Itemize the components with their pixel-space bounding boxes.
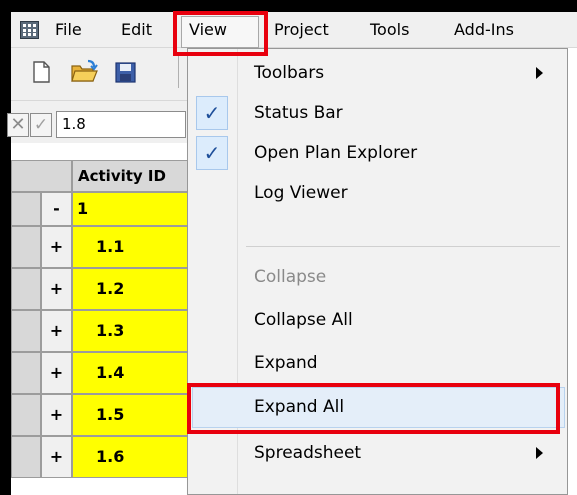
menu-item-collapse: Collapse xyxy=(188,257,567,297)
menu-item-status-bar[interactable]: ✓ Status Bar xyxy=(188,93,567,133)
menu-item-open-plan-explorer[interactable]: ✓ Open Plan Explorer xyxy=(188,133,567,173)
cancel-edit-button[interactable]: ✕ xyxy=(7,113,29,137)
submenu-arrow-icon xyxy=(536,67,543,79)
column-header-activity-id[interactable]: Activity ID xyxy=(72,160,200,192)
row-selector[interactable] xyxy=(11,268,41,310)
menu-item-label: Toolbars xyxy=(254,63,325,83)
activity-id-cell[interactable]: 1 xyxy=(72,192,200,226)
table-row[interactable]: + 1.2 xyxy=(11,268,211,310)
row-expand-toggle[interactable]: + xyxy=(41,268,72,310)
table-row[interactable]: + 1.4 xyxy=(11,352,211,394)
menu-item-collapse-all[interactable]: Collapse All xyxy=(188,300,567,340)
window-frame-left xyxy=(0,0,11,495)
view-menu-highlight-box xyxy=(173,11,268,56)
activity-id-cell[interactable]: 1.5 xyxy=(72,394,200,436)
menu-file[interactable]: File xyxy=(55,12,82,48)
app-grid-icon[interactable] xyxy=(20,21,39,39)
menu-item-label: Spreadsheet xyxy=(254,443,362,463)
menu-tools[interactable]: Tools xyxy=(370,12,409,48)
row-expand-toggle[interactable]: + xyxy=(41,310,72,352)
row-expand-toggle[interactable]: + xyxy=(41,226,72,268)
menu-item-label: Expand xyxy=(254,353,318,373)
menu-add-ins[interactable]: Add-Ins xyxy=(454,12,514,48)
window-frame-top xyxy=(0,0,577,12)
activity-id-cell[interactable]: 1.2 xyxy=(72,268,200,310)
menu-item-log-viewer[interactable]: Log Viewer xyxy=(188,173,567,213)
menu-item-label: Log Viewer xyxy=(254,183,348,203)
row-selector[interactable] xyxy=(11,394,41,436)
menu-bar: File Edit Project Tools Add-Ins xyxy=(11,12,577,48)
table-row[interactable]: + 1.5 xyxy=(11,394,211,436)
save-icon[interactable] xyxy=(111,58,139,86)
new-document-icon[interactable] xyxy=(27,58,55,86)
open-folder-icon[interactable] xyxy=(69,58,98,86)
row-selector[interactable] xyxy=(11,352,41,394)
expand-all-highlight-box xyxy=(187,383,560,434)
menu-item-label: Open Plan Explorer xyxy=(254,143,418,163)
row-selector[interactable] xyxy=(11,310,41,352)
table-row[interactable]: - 1 xyxy=(11,192,211,226)
activity-id-cell[interactable]: 1.4 xyxy=(72,352,200,394)
window-background-edge xyxy=(568,48,577,495)
menu-edit[interactable]: Edit xyxy=(121,12,152,48)
menu-item-label: Collapse xyxy=(254,267,327,287)
row-expand-toggle[interactable]: + xyxy=(41,394,72,436)
row-expand-toggle[interactable]: + xyxy=(41,352,72,394)
submenu-arrow-icon xyxy=(536,447,543,459)
table-row[interactable]: + 1.3 xyxy=(11,310,211,352)
table-row[interactable]: + 1.1 xyxy=(11,226,211,268)
menu-item-spreadsheet[interactable]: Spreadsheet xyxy=(188,433,567,473)
table-row[interactable]: + 1.6 xyxy=(11,436,211,478)
menu-project[interactable]: Project xyxy=(274,12,329,48)
menu-item-toolbars[interactable]: Toolbars xyxy=(188,53,567,93)
confirm-edit-button[interactable]: ✓ xyxy=(30,113,52,137)
checkmark-icon: ✓ xyxy=(196,96,228,130)
grid-corner-header xyxy=(11,160,72,192)
menu-separator xyxy=(246,246,560,247)
row-selector[interactable] xyxy=(11,192,41,226)
menu-item-label: Collapse All xyxy=(254,310,353,330)
activity-id-cell[interactable]: 1.6 xyxy=(72,436,200,478)
row-expand-toggle[interactable]: + xyxy=(41,436,72,478)
row-selector[interactable] xyxy=(11,436,41,478)
menu-item-label: Status Bar xyxy=(254,103,343,123)
row-selector[interactable] xyxy=(11,226,41,268)
toolbar-separator xyxy=(178,56,179,88)
row-collapse-toggle[interactable]: - xyxy=(41,192,72,226)
cell-value-input[interactable]: 1.8 xyxy=(56,111,186,138)
checkmark-icon: ✓ xyxy=(196,136,228,170)
activity-id-cell[interactable]: 1.1 xyxy=(72,226,200,268)
activity-id-cell[interactable]: 1.3 xyxy=(72,310,200,352)
menu-item-expand[interactable]: Expand xyxy=(188,343,567,383)
